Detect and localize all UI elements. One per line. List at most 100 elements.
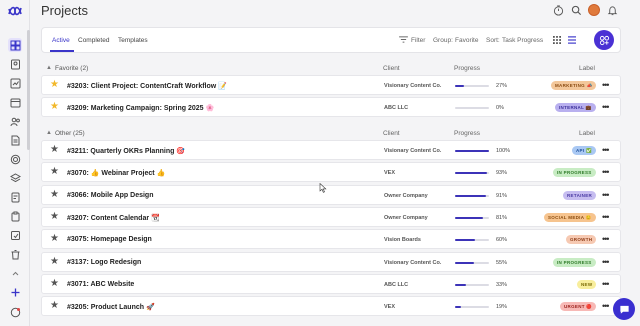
chevron-up-icon[interactable] <box>8 266 22 280</box>
progress-percent: 19% <box>496 304 508 311</box>
task-row[interactable]: ★ #3137: Logo Redesign Visionary Content C… <box>41 251 621 272</box>
task-name[interactable]: #3211: Quarterly OKRs Planning 🎯 <box>67 147 185 155</box>
task-client: Visionary Content Co. <box>384 259 442 266</box>
star-icon[interactable]: ★ <box>50 301 59 311</box>
progress-bar <box>455 172 489 175</box>
star-icon[interactable]: ★ <box>50 211 59 222</box>
timer-icon[interactable] <box>552 4 564 16</box>
task-name[interactable]: #3209: Marketing Campaign: Spring 2025 🌸 <box>67 104 214 112</box>
help-icon[interactable] <box>8 305 22 319</box>
tab-completed[interactable]: Completed <box>78 37 109 44</box>
task-name[interactable]: #3205: Product Launch 🚀 <box>67 303 155 311</box>
reports-icon[interactable] <box>8 76 22 90</box>
search-icon[interactable] <box>570 4 582 16</box>
task-row[interactable]: ★ #3066: Mobile App Design Owner Company 91… <box>41 184 621 205</box>
star-icon[interactable]: ★ <box>50 145 59 155</box>
label-chip[interactable]: IN PROGRESS <box>553 257 596 267</box>
task-name[interactable]: #3071: ABC Website <box>67 281 134 288</box>
star-icon[interactable]: ★ <box>50 256 59 267</box>
progress-fill <box>455 172 487 175</box>
task-row[interactable]: ★ #3209: Marketing Campaign: Spring 2025 … <box>41 97 621 118</box>
add-project-button[interactable] <box>594 30 614 50</box>
more-options-icon[interactable]: ••• <box>602 167 610 177</box>
contacts-icon[interactable] <box>8 57 22 71</box>
goals-icon[interactable] <box>8 152 22 166</box>
progress-bar <box>455 85 489 87</box>
more-options-icon[interactable]: ••• <box>602 145 610 155</box>
star-filled-icon[interactable]: ★ <box>50 102 59 112</box>
filter-button[interactable]: Filter <box>411 37 425 44</box>
task-name[interactable]: #3070: 👍 Webinar Project 👍 <box>67 169 165 177</box>
progress-bar <box>455 150 489 152</box>
label-chip[interactable]: RETAINER <box>563 190 597 200</box>
task-name[interactable]: #3203: Client Project: ContentCraft Work… <box>67 82 227 90</box>
more-options-icon[interactable]: ••• <box>602 212 610 222</box>
more-options-icon[interactable]: ••• <box>602 234 610 244</box>
app-logo-icon[interactable] <box>7 4 23 18</box>
progress-fill <box>455 283 467 286</box>
progress-percent: 81% <box>496 214 508 221</box>
bell-icon[interactable] <box>606 4 618 16</box>
star-icon[interactable]: ★ <box>50 234 59 244</box>
notes-icon[interactable] <box>8 228 22 242</box>
star-filled-icon[interactable]: ★ <box>50 80 59 90</box>
user-avatar[interactable] <box>588 4 600 16</box>
more-options-icon[interactable]: ••• <box>602 190 610 200</box>
more-options-icon[interactable]: ••• <box>602 102 610 112</box>
group-value[interactable]: Favorite <box>455 37 478 44</box>
label-chip[interactable]: GROWTH <box>566 235 597 245</box>
progress-fill <box>455 194 486 197</box>
group-header-other[interactable]: ▲ Other (25) Client Progress Label <box>41 128 621 140</box>
more-options-icon[interactable]: ••• <box>602 80 610 90</box>
progress-percent: 100% <box>496 148 511 154</box>
task-row[interactable]: ★ #3211: Quarterly OKRs Planning 🎯 Visiona… <box>41 140 621 160</box>
task-name[interactable]: #3075: Homepage Design <box>67 236 152 243</box>
label-chip[interactable]: MARKETING 📣 <box>551 81 597 90</box>
label-chip[interactable]: INTERNAL 💼 <box>555 103 596 113</box>
star-icon[interactable]: ★ <box>50 278 59 289</box>
trash-icon[interactable] <box>8 247 22 261</box>
more-options-icon[interactable]: ••• <box>602 257 610 267</box>
task-name[interactable]: #3137: Logo Redesign <box>67 259 141 266</box>
list-view-icon[interactable] <box>568 36 576 46</box>
sort-value[interactable]: Task Progress <box>502 37 543 44</box>
projects-grid-icon[interactable] <box>8 38 22 52</box>
label-chip[interactable]: SOCIAL MEDIA 😊 <box>544 212 596 222</box>
progress-percent: 33% <box>496 281 508 288</box>
task-row[interactable]: ★ #3070: 👍 Webinar Project 👍 VEX 93% IN PROG… <box>41 162 621 183</box>
task-name[interactable]: #3066: Mobile App Design <box>67 192 153 199</box>
invoices-icon[interactable] <box>8 190 22 204</box>
label-chip[interactable]: URGENT 🔴 <box>560 302 597 312</box>
more-options-icon[interactable]: ••• <box>602 279 610 289</box>
group-header-favorite[interactable]: ▲ Favorite (2) Client Progress Label <box>41 63 621 75</box>
star-icon[interactable]: ★ <box>50 167 59 177</box>
more-options-icon[interactable]: ••• <box>602 301 610 311</box>
task-row[interactable]: ★ #3207: Content Calendar 📆 Owner Company 8… <box>41 206 621 227</box>
filter-icon[interactable] <box>399 36 408 45</box>
label-chip[interactable]: NEW <box>577 279 597 289</box>
chevron-down-icon[interactable]: ▲ <box>46 65 52 71</box>
grid-view-icon[interactable] <box>553 36 561 46</box>
task-row[interactable]: ★ #3071: ABC Website ABC LLC 33% NEW ••• <box>41 273 621 294</box>
add-icon[interactable] <box>8 285 22 299</box>
team-icon[interactable] <box>8 114 22 128</box>
sidebar-scrollbar[interactable] <box>27 30 30 150</box>
chat-button[interactable] <box>613 298 635 320</box>
label-chip[interactable]: IN PROGRESS <box>553 168 596 178</box>
layers-icon[interactable] <box>8 171 22 185</box>
progress-fill <box>455 150 489 152</box>
clipboard-icon[interactable] <box>8 209 22 223</box>
progress-bar <box>455 107 489 110</box>
progress-percent: 60% <box>496 237 508 244</box>
documents-icon[interactable] <box>8 133 22 147</box>
calendar-icon[interactable] <box>8 95 22 109</box>
tab-templates[interactable]: Templates <box>118 37 148 44</box>
star-icon[interactable]: ★ <box>50 189 59 200</box>
label-chip[interactable]: API ✅ <box>572 146 596 155</box>
task-row[interactable]: ★ #3203: Client Project: ContentCraft Wor… <box>41 75 621 95</box>
task-name[interactable]: #3207: Content Calendar 📆 <box>67 214 160 222</box>
task-row[interactable]: ★ #3205: Product Launch 🚀 VEX 19% URGENT 🔴 ••… <box>41 296 621 317</box>
tab-active[interactable]: Active <box>52 37 70 44</box>
chevron-down-icon[interactable]: ▲ <box>46 130 52 136</box>
task-row[interactable]: ★ #3075: Homepage Design Vision Boards 60% G… <box>41 229 621 250</box>
